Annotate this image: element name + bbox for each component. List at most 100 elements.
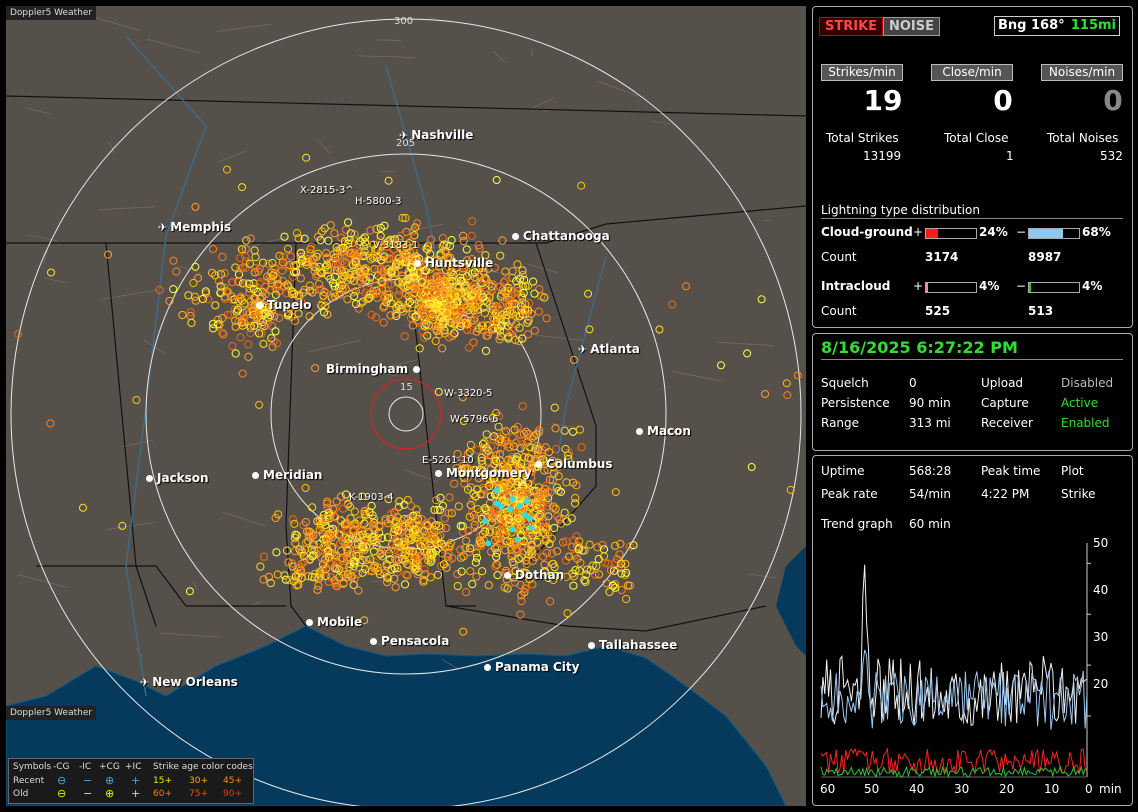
strike-marker	[341, 225, 351, 234]
strike-marker	[339, 504, 348, 513]
scattered-strike-marker	[492, 176, 501, 184]
x-tick-50: 50	[864, 782, 880, 796]
strike-marker	[379, 318, 388, 327]
recent-strike-marker	[498, 503, 505, 510]
bearing-value: Bng 168°	[998, 18, 1065, 33]
storm-cell-label[interactable]: V-3183-1	[373, 240, 418, 251]
strike-marker	[484, 581, 493, 590]
x-tick-60: 60	[820, 782, 836, 796]
storm-cell-label[interactable]: H-5800-3	[355, 196, 402, 207]
lightning-map[interactable]: 300 205 15 ✈ Nashville ✈ Memphis Chattanoo…	[6, 6, 806, 806]
recent-strike-marker	[493, 487, 500, 494]
pos-cg-recent-icon: ⊕	[105, 774, 115, 787]
legend-col: -CG	[53, 762, 70, 772]
strike-marker	[530, 289, 539, 298]
airport-icon: ✈	[140, 676, 150, 689]
scattered-strike-marker	[757, 295, 766, 304]
strike-marker	[466, 567, 475, 576]
close-per-min: 0	[993, 84, 1013, 117]
age-45: 45+	[223, 776, 242, 786]
x-tick-40: 40	[909, 782, 925, 796]
legend-recent-label: Recent	[13, 776, 45, 786]
noise-mode-button[interactable]: NOISE	[883, 17, 941, 36]
strike-marker	[288, 515, 298, 524]
strike-stats-panel: STRIKE NOISE Bng 168° 115mi Strikes/min …	[812, 6, 1133, 328]
strike-marker	[271, 327, 280, 336]
city-dot-icon	[370, 638, 377, 645]
strikes-per-min: 19	[863, 84, 903, 117]
scattered-strike-marker	[682, 282, 690, 291]
strike-marker	[496, 251, 505, 260]
scattered-strike-marker	[191, 262, 200, 271]
recent-strike-marker	[523, 498, 530, 505]
upload-value: Disabled	[1061, 376, 1114, 390]
county-line	[106, 522, 154, 530]
age-90: 90+	[223, 789, 242, 799]
scattered-strike-marker	[259, 339, 268, 348]
storm-cell-label[interactable]: W-5796-6	[450, 414, 499, 425]
strike-marker	[467, 231, 476, 240]
strike-marker	[228, 342, 237, 351]
strike-marker	[283, 244, 293, 253]
strike-marker	[275, 313, 284, 323]
state-border	[36, 565, 286, 607]
scattered-strike-marker	[302, 153, 311, 162]
cg-label: Cloud-ground	[821, 225, 913, 239]
persistence-value: 90 min	[909, 396, 951, 410]
strike-marker	[550, 523, 559, 533]
x-tick-0: 0	[1085, 782, 1093, 796]
storm-cell-label[interactable]: X-2815-3^	[300, 185, 354, 196]
strike-marker	[575, 425, 585, 434]
storm-cell-label[interactable]: E-5261-10	[422, 455, 474, 466]
strike-marker	[184, 291, 193, 300]
strike-marker	[468, 580, 477, 589]
scattered-strike-marker	[104, 250, 113, 259]
strike-mode-button[interactable]: STRIKE	[819, 17, 884, 36]
ic-positive-bar	[925, 282, 977, 293]
strike-marker	[256, 562, 265, 571]
credit-tag: Doppler5 Weather	[6, 706, 97, 720]
strike-marker	[599, 545, 609, 554]
legend-old-label: Old	[13, 789, 29, 799]
strike-marker	[468, 217, 477, 226]
city-new-orleans: ✈ New Orleans	[140, 675, 238, 689]
y-tick-40: 40	[1093, 583, 1109, 597]
scattered-strike-marker	[118, 521, 127, 530]
river	[125, 35, 207, 697]
bearing-readout: Bng 168° 115mi	[994, 16, 1120, 36]
ic-positive-pct: 4%	[979, 279, 1000, 293]
county-line	[358, 55, 415, 58]
recent-strike-marker	[514, 536, 521, 543]
strike-marker	[501, 427, 511, 436]
strike-marker	[462, 245, 471, 254]
county-line	[370, 580, 382, 583]
atlantic-water	[776, 546, 806, 656]
strike-marker	[478, 567, 487, 576]
strike-marker	[438, 344, 447, 353]
strike-marker	[560, 508, 569, 517]
airport-icon: ✈	[158, 221, 168, 234]
ic-negative-pct: 4%	[1082, 279, 1103, 293]
county-line	[493, 51, 506, 64]
range-value: 313 mi	[909, 416, 951, 430]
scattered-strike-marker	[434, 387, 443, 396]
scattered-strike-marker	[743, 349, 752, 358]
strike-marker	[343, 295, 352, 304]
strike-marker	[339, 283, 348, 292]
close-per-min-label: Close/min	[931, 64, 1013, 81]
strike-marker	[518, 266, 527, 275]
scattered-strike-marker	[668, 300, 677, 309]
city-dot-icon	[256, 302, 263, 309]
strike-marker	[459, 552, 468, 561]
strike-marker	[273, 570, 282, 579]
strike-marker	[551, 424, 560, 433]
city-pensacola: Pensacola	[370, 634, 449, 648]
strike-marker	[344, 218, 353, 227]
legend-col: +CG	[99, 762, 120, 772]
range-ring-label-300: 300	[394, 16, 414, 27]
storm-cell-label[interactable]: K-1903-4	[349, 492, 394, 503]
county-line	[193, 581, 198, 590]
storm-cell-label[interactable]: W-3320-5	[444, 388, 493, 399]
county-line	[402, 223, 444, 233]
cg-count-label: Count	[821, 250, 857, 264]
